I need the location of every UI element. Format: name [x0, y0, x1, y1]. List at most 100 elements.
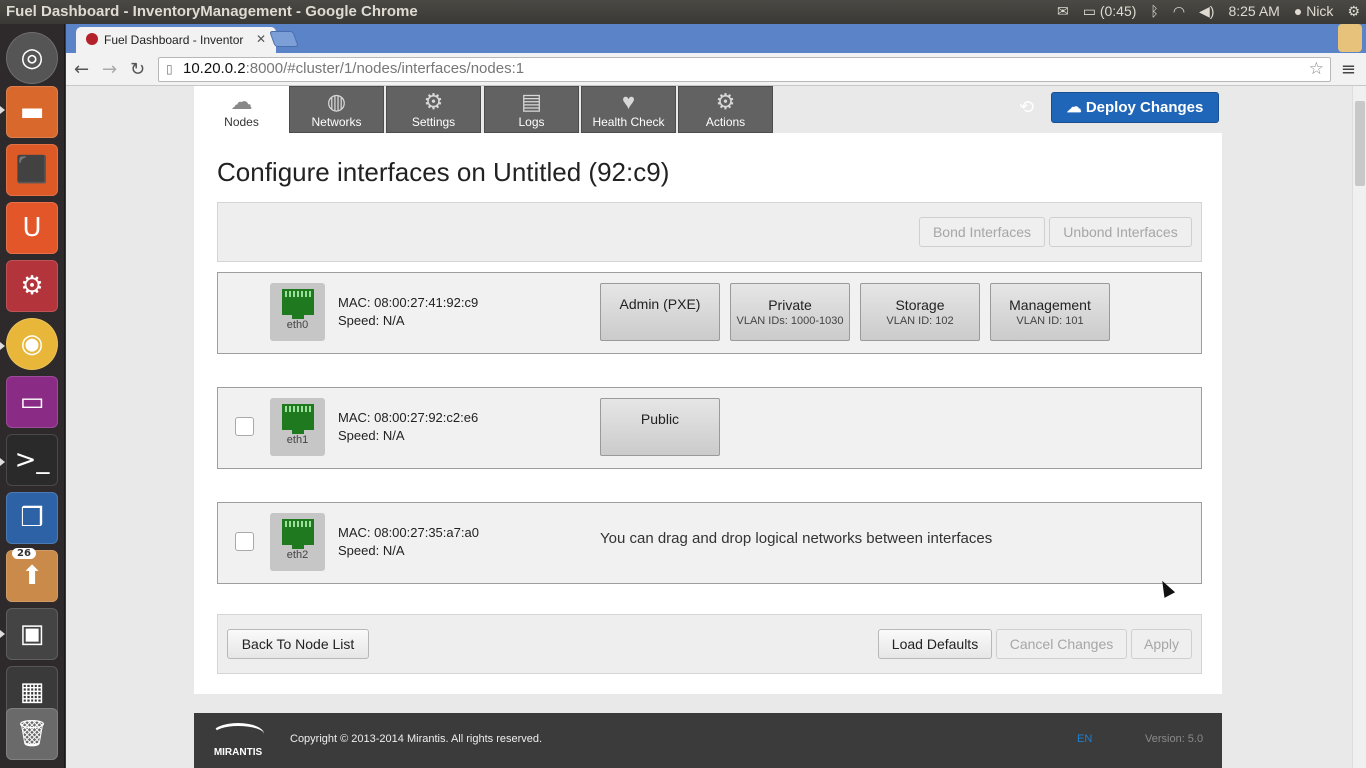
interface-name: eth1	[286, 434, 309, 446]
browser-window: Fuel Dashboard - Inventor ✕ ← → ↻ ▯ 10.2…	[66, 24, 1366, 768]
network-management[interactable]: Management VLAN ID: 101	[990, 283, 1110, 341]
new-tab-button[interactable]	[269, 31, 299, 47]
forward-arrow-icon[interactable]: →	[102, 59, 117, 80]
ethernet-port-icon	[281, 289, 314, 319]
software-center-icon[interactable]: ⬛	[6, 144, 58, 196]
chrome-icon[interactable]: ◉	[6, 318, 58, 370]
user-avatar-icon[interactable]	[1338, 24, 1362, 52]
cloud-icon: ☁	[230, 89, 253, 114]
interface-checkbox[interactable]	[235, 417, 254, 436]
volume-icon[interactable]: ◀)	[1199, 3, 1214, 19]
running-indicator	[0, 106, 5, 114]
tab-health-check[interactable]: ♥ Health Check	[581, 86, 676, 133]
system-settings-icon[interactable]: ⚙	[6, 260, 58, 312]
interface-row-eth1: eth1 MAC: 08:00:27:92:c2:e6 Speed: N/A P…	[217, 387, 1202, 469]
language-link[interactable]: EN	[1077, 733, 1092, 745]
network-public[interactable]: Public	[600, 398, 720, 456]
drive-icon[interactable]: ▣	[6, 608, 58, 660]
chrome-menu-icon[interactable]: ≡	[1341, 59, 1356, 80]
gears-icon: ⚙	[715, 89, 736, 114]
interface-info: MAC: 08:00:27:35:a7:a0 Speed: N/A	[338, 524, 479, 560]
deploy-changes-button[interactable]: ☁ Deploy Changes	[1051, 92, 1219, 123]
tab-settings[interactable]: ⚙ Settings	[386, 86, 481, 133]
mail-icon[interactable]: ✉	[1057, 3, 1069, 19]
action-bar: Back To Node List Load Defaults Cancel C…	[217, 614, 1202, 674]
gear-icon: ⚙	[423, 89, 444, 114]
footer: MIRANTIS Copyright © 2013-2014 Mirantis.…	[194, 713, 1222, 768]
running-indicator	[0, 342, 5, 350]
back-arrow-icon[interactable]: ←	[74, 59, 89, 80]
update-count-badge: 26	[12, 548, 36, 559]
fuel-favicon-icon	[86, 33, 98, 45]
apply-button[interactable]: Apply	[1131, 629, 1192, 659]
close-tab-icon[interactable]: ✕	[256, 32, 266, 46]
nic-port: eth2	[270, 513, 325, 571]
top-panel: Fuel Dashboard - InventoryManagement - G…	[0, 0, 1366, 24]
heartbeat-icon: ♥	[621, 89, 636, 114]
interface-name: eth0	[286, 319, 309, 331]
browser-tab-title: Fuel Dashboard - Inventor	[104, 33, 244, 47]
interface-checkbox[interactable]	[235, 532, 254, 551]
bookmark-star-icon[interactable]: ☆	[1309, 59, 1324, 79]
interface-name: eth2	[286, 549, 309, 561]
ethernet-port-icon	[281, 404, 314, 434]
interface-info: MAC: 08:00:27:92:c2:e6 Speed: N/A	[338, 409, 478, 445]
unbond-interfaces-button[interactable]: Unbond Interfaces	[1049, 217, 1192, 247]
files-icon[interactable]: ▬	[6, 86, 58, 138]
network-private[interactable]: Private VLAN IDs: 1000-1030	[730, 283, 850, 341]
interface-row-eth2: eth2 MAC: 08:00:27:35:a7:a0 Speed: N/A Y…	[217, 502, 1202, 584]
dash-home-icon[interactable]: ◎	[6, 32, 58, 84]
page-viewport: ☁ Nodes ◍ Networks ⚙ Settings ▤ Logs ♥ H…	[66, 86, 1352, 768]
clipboard-icon: ▤	[521, 89, 542, 114]
power-gear-icon[interactable]: ⚙	[1347, 3, 1360, 19]
network-admin-pxe[interactable]: Admin (PXE)	[600, 283, 720, 341]
virtualbox-icon[interactable]: ❒	[6, 492, 58, 544]
mirantis-logo: MIRANTIS	[206, 721, 270, 759]
page-icon: ▯	[166, 62, 173, 76]
reload-icon[interactable]: ↻	[130, 59, 145, 80]
bond-toolbar: Bond Interfaces Unbond Interfaces	[217, 202, 1202, 262]
window-title: Fuel Dashboard - InventoryManagement - G…	[6, 3, 418, 20]
history-icon[interactable]: ⟲	[1019, 97, 1034, 118]
network-storage[interactable]: Storage VLAN ID: 102	[860, 283, 980, 341]
running-indicator	[0, 458, 5, 466]
load-defaults-button[interactable]: Load Defaults	[878, 629, 992, 659]
speed: Speed: N/A	[338, 428, 405, 443]
page-scrollbar[interactable]	[1352, 86, 1366, 768]
trash-icon[interactable]: 🗑	[6, 708, 58, 760]
indicator-area: ✉ ▭ (0:45) ᛒ ◠ ◀) 8:25 AM ● Nick ⚙	[1057, 3, 1360, 19]
address-bar[interactable]: ▯ 10.20.0.2:8000/#cluster/1/nodes/interf…	[158, 57, 1331, 82]
tab-actions[interactable]: ⚙ Actions	[678, 86, 773, 133]
cancel-changes-button[interactable]: Cancel Changes	[996, 629, 1127, 659]
interface-info: MAC: 08:00:27:41:92:c9 Speed: N/A	[338, 294, 478, 330]
scrollbar-thumb[interactable]	[1355, 101, 1365, 186]
launcher: ◎ ▬ ⬛ U ⚙ ◉ ▭ >_ ❒ ⬆ 26 ▣ ▦ 🗑	[0, 24, 65, 768]
tab-strip: Fuel Dashboard - Inventor ✕	[66, 24, 1366, 53]
terminal-icon[interactable]: >_	[6, 434, 58, 486]
bluetooth-icon[interactable]: ᛒ	[1150, 3, 1158, 19]
page-title: Configure interfaces on Untitled (92:c9)	[217, 157, 670, 187]
cloud-upload-icon: ☁	[1066, 99, 1082, 116]
display-icon[interactable]: ▭	[6, 376, 58, 428]
battery-indicator[interactable]: ▭ (0:45)	[1083, 3, 1137, 19]
tab-networks[interactable]: ◍ Networks	[289, 86, 384, 133]
back-to-node-list-button[interactable]: Back To Node List	[227, 629, 369, 659]
drag-drop-hint: You can drag and drop logical networks b…	[600, 530, 993, 547]
copyright-text: Copyright © 2013-2014 Mirantis. All righ…	[290, 733, 543, 745]
user-icon: ●	[1293, 3, 1303, 19]
tab-logs[interactable]: ▤ Logs	[484, 86, 579, 133]
mac-address: MAC: 08:00:27:35:a7:a0	[338, 525, 479, 540]
bond-interfaces-button[interactable]: Bond Interfaces	[919, 217, 1045, 247]
browser-tab[interactable]: Fuel Dashboard - Inventor ✕	[76, 27, 276, 53]
globe-icon: ◍	[326, 89, 347, 114]
battery-icon: ▭	[1082, 3, 1096, 19]
clock[interactable]: 8:25 AM	[1228, 3, 1279, 19]
update-manager-icon[interactable]: ⬆ 26	[6, 548, 58, 602]
tab-nodes[interactable]: ☁ Nodes	[194, 86, 289, 133]
user-menu[interactable]: ● Nick	[1294, 3, 1334, 19]
interface-row-eth0: eth0 MAC: 08:00:27:41:92:c9 Speed: N/A A…	[217, 272, 1202, 354]
nic-port: eth1	[270, 398, 325, 456]
ethernet-port-icon	[281, 519, 314, 549]
wifi-icon[interactable]: ◠	[1173, 3, 1185, 19]
ubuntu-one-icon[interactable]: U	[6, 202, 58, 254]
